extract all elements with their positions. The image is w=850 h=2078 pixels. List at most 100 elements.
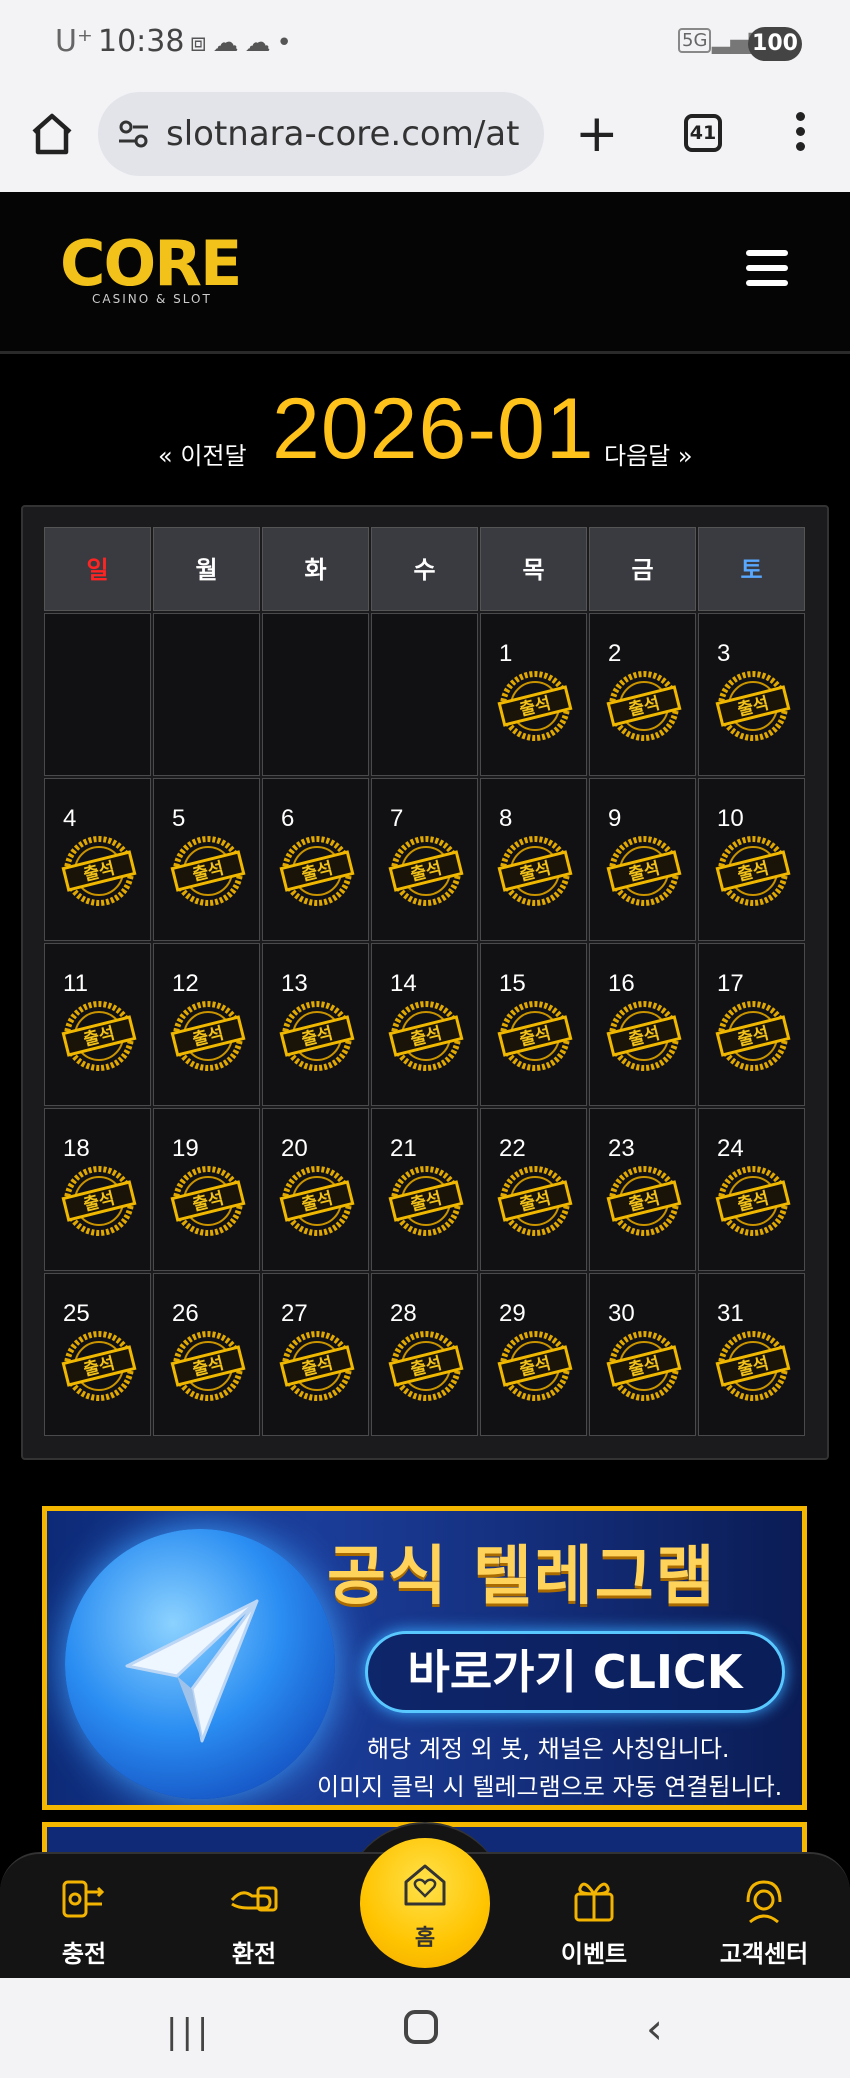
calendar-day-cell: 31 출석 bbox=[698, 1273, 805, 1436]
attendance-stamp-icon: 출석 bbox=[170, 836, 246, 906]
site-logo[interactable]: CORE CASINO & SLOT bbox=[60, 232, 250, 312]
calendar-week-row: 4 출석 5 출석 6 출석 7 출석 8 출석 9 출석 10 출석 bbox=[44, 778, 808, 943]
gift-icon bbox=[574, 1882, 614, 1922]
day-number: 9 bbox=[608, 805, 622, 832]
attendance-stamp-icon: 출석 bbox=[279, 836, 355, 906]
calendar-week-row: 25 출석 26 출석 27 출석 28 출석 29 출석 30 출석 31 출석 bbox=[44, 1273, 808, 1438]
attendance-stamp-icon: 출석 bbox=[170, 1331, 246, 1401]
calendar-day-cell: 23 출석 bbox=[589, 1108, 696, 1271]
nav-support[interactable]: 고객센터 bbox=[704, 1874, 824, 1969]
calendar-day-cell: 15 출석 bbox=[480, 943, 587, 1106]
calendar-day-cell: 4 출석 bbox=[44, 778, 151, 941]
tab-switcher-button[interactable]: 41 bbox=[684, 114, 722, 152]
attendance-stamp-icon: 출석 bbox=[279, 1001, 355, 1071]
calendar-day-cell: 22 출석 bbox=[480, 1108, 587, 1271]
day-number: 25 bbox=[63, 1300, 90, 1327]
attendance-stamp-icon: 출석 bbox=[715, 1331, 791, 1401]
banner-notice-1: 해당 계정 외 봇, 채널은 사칭입니다. bbox=[367, 1735, 730, 1763]
previous-month-link[interactable]: « 이전달 bbox=[158, 436, 247, 471]
day-number: 2 bbox=[608, 640, 622, 667]
hamburger-menu-icon[interactable] bbox=[746, 250, 788, 286]
nav-deposit-label: 충전 bbox=[61, 1940, 107, 1968]
calendar-day-cell: 27 출석 bbox=[262, 1273, 369, 1436]
back-icon[interactable]: ‹ bbox=[646, 2004, 663, 2053]
calendar-day-cell: 14 출석 bbox=[371, 943, 478, 1106]
nav-withdraw[interactable]: 환전 bbox=[194, 1874, 314, 1969]
banner-notice-2: 이미지 클릭 시 텔레그램으로 자동 연결됩니다. bbox=[317, 1773, 783, 1801]
status-bar: U⁺ 10:38 ⧈☁☁• 5G ▂▄▆ 100 bbox=[0, 0, 850, 90]
day-number: 14 bbox=[390, 970, 417, 997]
calendar-day-cell: 7 출석 bbox=[371, 778, 478, 941]
attendance-stamp-icon: 출석 bbox=[497, 1166, 573, 1236]
attendance-stamp-icon: 출석 bbox=[497, 1001, 573, 1071]
carrier-label: U⁺ bbox=[55, 24, 93, 59]
day-number: 24 bbox=[717, 1135, 744, 1162]
calendar-day-cell: 13 출석 bbox=[262, 943, 369, 1106]
calendar-week-row: 18 출석 19 출석 20 출석 21 출석 22 출석 23 출석 24 출석 bbox=[44, 1108, 808, 1273]
day-number: 11 bbox=[63, 970, 88, 997]
telegram-plane-icon bbox=[125, 1599, 259, 1743]
calendar-day-cell: 20 출석 bbox=[262, 1108, 369, 1271]
day-number: 1 bbox=[499, 640, 513, 667]
day-number: 21 bbox=[390, 1135, 417, 1162]
calendar-day-cell: 17 출석 bbox=[698, 943, 805, 1106]
calendar-empty-cell bbox=[153, 613, 260, 776]
attendance-stamp-icon: 출석 bbox=[170, 1001, 246, 1071]
day-number: 8 bbox=[499, 805, 513, 832]
nav-home-label: 홈 bbox=[414, 1926, 436, 1951]
nav-support-label: 고객센터 bbox=[719, 1940, 809, 1968]
calendar-grid: 일 월 화 수 목 금 토 1 출석 2 출석 3 출석 4 출석 5 출석 6 출석 7 출석 8 출석 9 출… bbox=[44, 527, 808, 1438]
attendance-stamp-icon: 출석 bbox=[715, 1166, 791, 1236]
nav-event[interactable]: 이벤트 bbox=[534, 1874, 654, 1969]
logo-wordmark: CORE bbox=[60, 227, 242, 300]
attendance-stamp-icon: 출석 bbox=[388, 836, 464, 906]
day-number: 15 bbox=[499, 970, 526, 997]
calendar-day-cell: 25 출석 bbox=[44, 1273, 151, 1436]
attendance-stamp-icon: 출석 bbox=[61, 1166, 137, 1236]
withdraw-icon bbox=[230, 1886, 278, 1912]
nav-event-label: 이벤트 bbox=[560, 1940, 628, 1968]
calendar-day-cell: 8 출석 bbox=[480, 778, 587, 941]
day-number: 19 bbox=[172, 1135, 199, 1162]
day-number: 28 bbox=[390, 1300, 417, 1327]
attendance-stamp-icon: 출석 bbox=[715, 671, 791, 741]
new-tab-button[interactable]: + bbox=[575, 108, 619, 160]
site-settings-icon[interactable] bbox=[116, 116, 152, 152]
day-number: 4 bbox=[63, 805, 77, 832]
day-number: 29 bbox=[499, 1300, 526, 1327]
day-number: 20 bbox=[281, 1135, 308, 1162]
attendance-stamp-icon: 출석 bbox=[279, 1166, 355, 1236]
nav-withdraw-label: 환전 bbox=[231, 1940, 277, 1968]
attendance-stamp-icon: 출석 bbox=[61, 1001, 137, 1071]
nav-home-button[interactable]: 홈 bbox=[360, 1838, 490, 1968]
android-home-icon[interactable] bbox=[404, 2010, 438, 2044]
month-title: 2026-01 bbox=[272, 381, 595, 477]
home-heart-icon bbox=[404, 1864, 446, 1906]
home-icon[interactable] bbox=[28, 110, 76, 158]
nav-deposit[interactable]: 충전 bbox=[24, 1874, 144, 1969]
weekday-header-row: 일 월 화 수 목 금 토 bbox=[44, 527, 808, 613]
headset-icon bbox=[746, 1880, 782, 1924]
calendar-day-cell: 11 출석 bbox=[44, 943, 151, 1106]
day-number: 23 bbox=[608, 1135, 635, 1162]
day-number: 17 bbox=[717, 970, 744, 997]
browser-menu-icon[interactable] bbox=[790, 112, 810, 158]
recent-apps-icon[interactable]: ||| bbox=[166, 2012, 212, 2052]
address-bar[interactable]: slotnara-core.com/at bbox=[98, 92, 544, 176]
attendance-stamp-icon: 출석 bbox=[497, 1331, 573, 1401]
clock: 10:38 bbox=[98, 24, 185, 59]
calendar-day-cell: 9 출석 bbox=[589, 778, 696, 941]
day-number: 18 bbox=[63, 1135, 90, 1162]
calendar-day-cell: 1 출석 bbox=[480, 613, 587, 776]
day-number: 22 bbox=[499, 1135, 526, 1162]
calendar-day-cell: 6 출석 bbox=[262, 778, 369, 941]
next-month-link[interactable]: 다음달 » bbox=[604, 436, 693, 471]
month-navigation: « 이전달 2026-01 다음달 » bbox=[0, 380, 850, 480]
telegram-banner[interactable]: 공식 텔레그램 바로가기 CLICK 해당 계정 외 봇, 채널은 사칭입니다.… bbox=[42, 1506, 807, 1810]
banner-cta[interactable]: 바로가기 CLICK bbox=[365, 1631, 785, 1713]
day-number: 16 bbox=[608, 970, 635, 997]
calendar-day-cell: 26 출석 bbox=[153, 1273, 260, 1436]
calendar-day-cell: 10 출석 bbox=[698, 778, 805, 941]
calendar-day-cell: 5 출석 bbox=[153, 778, 260, 941]
attendance-stamp-icon: 출석 bbox=[497, 671, 573, 741]
